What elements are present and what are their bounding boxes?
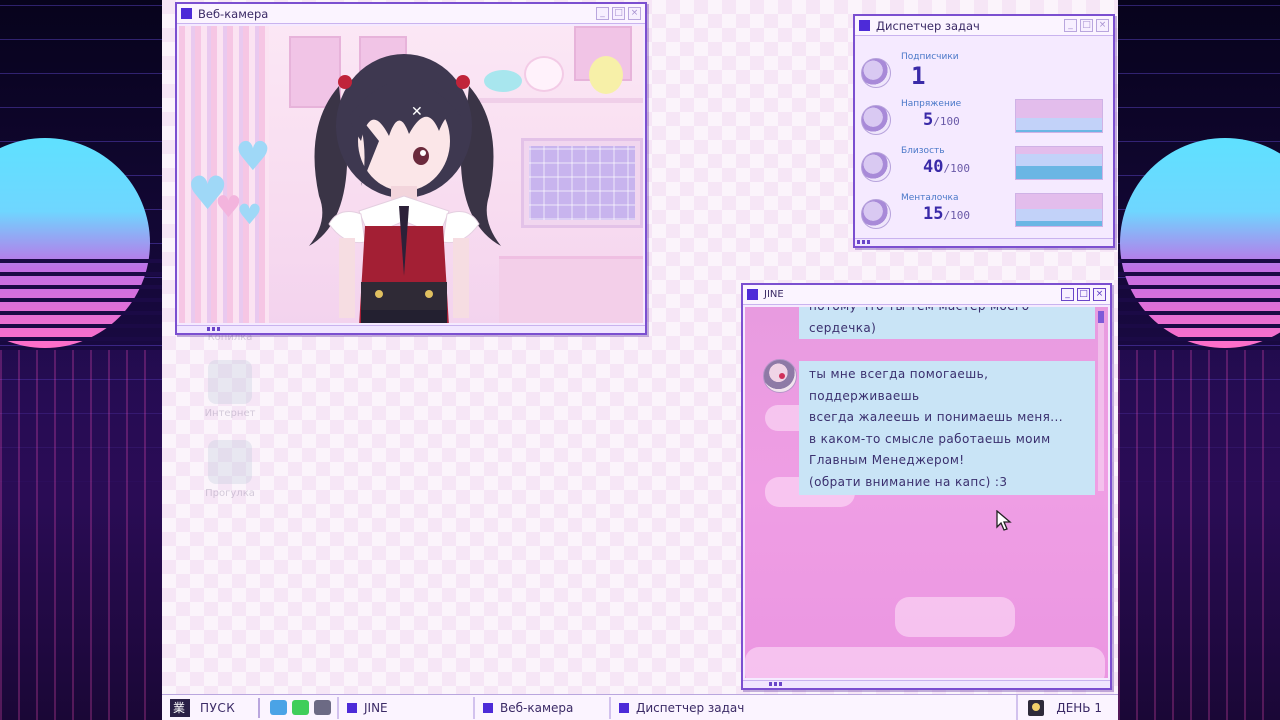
neon-city — [0, 350, 162, 720]
taskbar-item-jine[interactable]: JINE — [337, 696, 473, 719]
affection-icon — [861, 152, 891, 182]
chat-scrollbar-thumb[interactable] — [1098, 311, 1104, 323]
night-moon-icon[interactable] — [1028, 699, 1045, 716]
task-manager-window[interactable]: Диспетчер задач _ □ × Подписчики 1 Напря… — [853, 14, 1115, 248]
maximize-button[interactable]: □ — [1080, 19, 1093, 32]
affection-value: 40 — [923, 157, 944, 177]
ame-character: ✕ — [309, 54, 501, 323]
webcam-window[interactable]: Веб-камера _ □ × ♥ ♥ ♥ ♥ ✕ — [175, 2, 647, 335]
chat-scrollbar[interactable] — [1098, 311, 1104, 491]
jine-app-icon[interactable] — [292, 700, 309, 715]
jine-titlebar[interactable]: JINE _ □ × — [743, 285, 1110, 305]
plush-toy — [524, 56, 564, 92]
internet-icon — [208, 360, 252, 404]
webcam-title: Веб-камера — [198, 6, 269, 21]
stress-bar — [1015, 99, 1103, 133]
desktop-icon-walk[interactable]: Прогулка — [190, 440, 270, 499]
stat-mental: Менталочка 15/100 — [861, 193, 1105, 235]
message-bubble: ты мне всегда помогаешь, поддерживаешь в… — [799, 361, 1095, 495]
affection-bar-fill — [1016, 154, 1102, 179]
taskmgr-titlebar[interactable]: Диспетчер задач _ □ × — [855, 16, 1113, 36]
window-icon — [483, 702, 493, 713]
svg-text:✕: ✕ — [411, 104, 423, 120]
heart-balloon: ♥ — [235, 134, 271, 180]
mental-icon — [861, 199, 891, 229]
mental-bar — [1015, 193, 1103, 227]
taskbar-item-webcam[interactable]: Веб-камера — [473, 696, 609, 719]
mental-value: 15 — [923, 204, 944, 224]
window-icon — [181, 8, 192, 19]
taskmgr-statusbar — [855, 238, 1113, 246]
stat-affection: Близость 40/100 — [861, 146, 1105, 188]
taskmgr-title: Диспетчер задач — [876, 18, 980, 33]
stress-bar-fill — [1016, 120, 1102, 132]
heart-balloon: ♥ — [237, 198, 263, 231]
mouse-cursor-icon — [996, 510, 1012, 531]
taskbar-item-taskmgr[interactable]: Диспетчер задач — [609, 696, 759, 719]
start-button[interactable]: ПУСК — [162, 698, 254, 717]
window-icon — [619, 702, 629, 713]
window-icon — [747, 289, 758, 300]
window-icon — [859, 20, 870, 31]
webcam-view: ♥ ♥ ♥ ♥ ✕ — [179, 26, 643, 323]
jine-title: JINE — [764, 289, 784, 300]
followers-icon — [861, 58, 891, 88]
computer-icon[interactable] — [314, 700, 331, 715]
neon-city — [1118, 350, 1280, 720]
room-desk — [499, 256, 643, 323]
stat-followers: Подписчики 1 — [861, 52, 1105, 94]
desktop-icon-internet[interactable]: Интернет — [190, 360, 270, 419]
stress-value: 5 — [923, 110, 934, 130]
stat-stress: Напряжение 5/100 — [861, 99, 1105, 141]
window-icon — [347, 702, 357, 713]
close-button[interactable]: × — [1096, 19, 1109, 32]
webcam-titlebar[interactable]: Веб-камера _ □ × — [177, 4, 645, 24]
walk-icon — [208, 440, 252, 484]
jine-statusbar — [743, 680, 1110, 688]
right-decor-panel — [1118, 0, 1280, 720]
chat-area[interactable]: потому что ты тем мастер моего сердечка)… — [745, 307, 1108, 678]
close-button[interactable]: × — [1093, 288, 1106, 301]
minimize-button[interactable]: _ — [1064, 19, 1077, 32]
jine-window[interactable]: JINE _ □ × потому что ты тем мастер моег… — [741, 283, 1112, 690]
start-logo-icon — [170, 698, 190, 717]
message-bubble-previous: потому что ты тем мастер моего сердечка) — [799, 307, 1095, 339]
followers-value: 1 — [911, 62, 926, 90]
plush-toy — [589, 56, 623, 94]
mental-bar-fill — [1016, 209, 1102, 226]
maximize-button[interactable]: □ — [1077, 288, 1090, 301]
maximize-button[interactable]: □ — [612, 7, 625, 20]
affection-bar — [1015, 146, 1103, 180]
day-counter: ДЕНЬ 1 — [1056, 700, 1102, 715]
close-button[interactable]: × — [628, 7, 641, 20]
webcam-statusbar — [177, 325, 645, 333]
minimize-button[interactable]: _ — [1061, 288, 1074, 301]
left-decor-panel — [0, 0, 162, 720]
twitter-icon[interactable] — [270, 700, 287, 715]
minimize-button[interactable]: _ — [596, 7, 609, 20]
room-monitor — [521, 138, 643, 228]
stress-icon — [861, 105, 891, 135]
taskbar: ПУСК JINE Веб-камера Диспетчер задач ДЕН… — [162, 694, 1118, 720]
